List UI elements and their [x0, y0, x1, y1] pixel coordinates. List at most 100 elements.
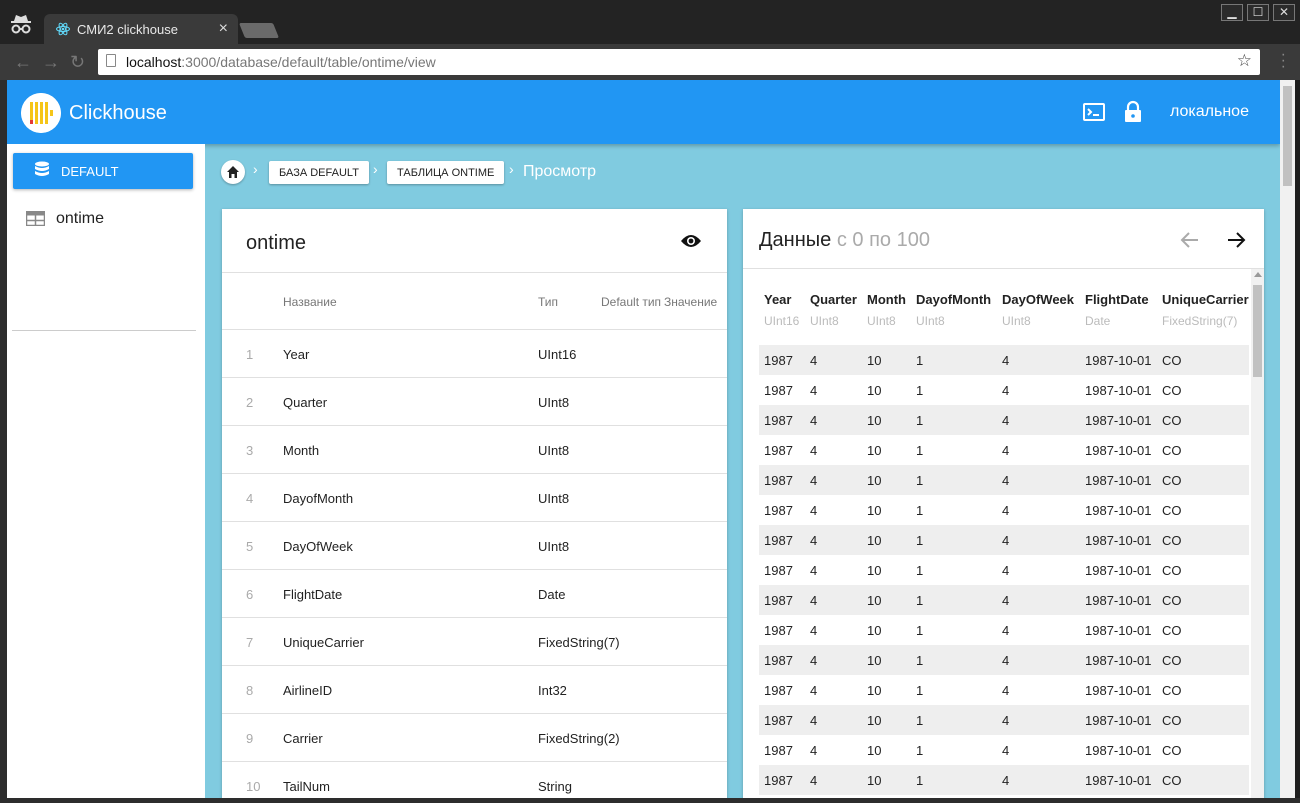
schema-row-number: 1 — [246, 347, 254, 362]
clickhouse-logo — [21, 93, 61, 133]
new-tab-button[interactable] — [238, 23, 280, 38]
data-row[interactable]: 1987 4 10 1 4 1987-10-01 CO — [759, 435, 1249, 465]
data-column-header[interactable]: Quarter — [810, 292, 857, 307]
data-row[interactable]: 1987 4 10 1 4 1987-10-01 CO — [759, 405, 1249, 435]
data-cell: 1987-10-01 — [1085, 473, 1152, 488]
schema-row[interactable]: 7 UniqueCarrier FixedString(7) — [222, 618, 727, 666]
data-cell: 4 — [1002, 473, 1010, 488]
lock-icon[interactable] — [1121, 100, 1145, 124]
schema-card: ontime Название Тип Default тип Значение… — [222, 209, 727, 798]
data-cell: 1987-10-01 — [1085, 713, 1152, 728]
data-column-header[interactable]: FlightDate — [1085, 292, 1149, 307]
data-table-scrollbar[interactable] — [1251, 269, 1264, 798]
schema-row[interactable]: 4 DayofMonth UInt8 — [222, 474, 727, 522]
breadcrumb-table[interactable]: ТАБЛИЦА ONTIME — [387, 161, 505, 184]
data-cell: CO — [1162, 443, 1182, 458]
scrollbar-thumb[interactable] — [1253, 285, 1262, 377]
schema-row-name: Quarter — [283, 395, 328, 410]
data-row[interactable]: 1987 4 10 1 4 1987-10-01 CO — [759, 585, 1249, 615]
schema-row-type: UInt8 — [538, 539, 570, 554]
data-column-header[interactable]: Month — [867, 292, 906, 307]
data-cell: 10 — [867, 383, 882, 398]
data-cell: 4 — [810, 623, 818, 638]
data-column-type: UInt16 — [764, 314, 800, 328]
data-cell: 1987-10-01 — [1085, 383, 1152, 398]
data-cell: CO — [1162, 623, 1182, 638]
database-button[interactable]: DEFAULT — [13, 153, 193, 189]
data-cell: 4 — [810, 533, 818, 548]
data-column-header[interactable]: DayOfWeek — [1002, 292, 1074, 307]
schema-row[interactable]: 6 FlightDate Date — [222, 570, 727, 618]
data-cell: 10 — [867, 743, 882, 758]
next-page-arrow-icon[interactable] — [1225, 229, 1247, 251]
data-cell: 1 — [916, 533, 924, 548]
schema-row[interactable]: 1 Year UInt16 — [222, 330, 727, 378]
data-table-viewport[interactable]: Year UInt16 Quarter UInt8 Month UInt8 DayofMon… — [759, 269, 1249, 798]
sidebar-item-label: ontime — [56, 210, 105, 227]
data-row[interactable]: 1987 4 10 1 4 1987-10-01 CO — [759, 705, 1249, 735]
breadcrumb-database[interactable]: БАЗА DEFAULT — [269, 161, 369, 184]
schema-row[interactable]: 8 AirlineID Int32 — [222, 666, 727, 714]
data-cell: 1987 — [764, 773, 793, 788]
terminal-icon[interactable] — [1082, 100, 1106, 124]
window-maximize-button[interactable]: ☐ — [1247, 4, 1269, 21]
data-cell: 10 — [867, 593, 882, 608]
data-cell: 4 — [1002, 743, 1010, 758]
connection-label[interactable]: локальное — [1170, 103, 1249, 121]
data-cell: 10 — [867, 773, 882, 788]
eye-icon[interactable] — [680, 233, 702, 249]
address-bar[interactable]: localhost:3000/database/default/table/on… — [98, 49, 1260, 75]
data-cell: 1987 — [764, 563, 793, 578]
data-column-header[interactable]: DayofMonth — [916, 292, 991, 307]
home-button[interactable] — [221, 160, 245, 184]
data-row[interactable]: 1987 4 10 1 4 1987-10-01 CO — [759, 615, 1249, 645]
data-row[interactable]: 1987 4 10 1 4 1987-10-01 CO — [759, 465, 1249, 495]
browser-menu-icon[interactable]: · · · — [1281, 47, 1286, 75]
schema-row-type: UInt8 — [538, 395, 570, 410]
data-cell: 4 — [1002, 353, 1010, 368]
data-row[interactable]: 1987 4 10 1 4 1987-10-01 CO — [759, 765, 1249, 795]
schema-row[interactable]: 2 Quarter UInt8 — [222, 378, 727, 426]
schema-row[interactable]: 9 Carrier FixedString(2) — [222, 714, 727, 762]
data-cell: 4 — [1002, 593, 1010, 608]
browser-tab[interactable]: СМИ2 clickhouse × — [44, 14, 238, 44]
schema-row-name: Year — [283, 347, 310, 362]
scroll-up-arrow-icon[interactable] — [1254, 272, 1262, 277]
data-row[interactable]: 1987 4 10 1 4 1987-10-01 CO — [759, 345, 1249, 375]
data-row[interactable]: 1987 4 10 1 4 1987-10-01 CO — [759, 495, 1249, 525]
data-cell: 4 — [1002, 773, 1010, 788]
data-cell: 1987 — [764, 683, 793, 698]
data-cell: 1 — [916, 443, 924, 458]
reload-icon[interactable]: ↻ — [70, 52, 85, 73]
data-cell: 10 — [867, 353, 882, 368]
page-scrollbar-thumb[interactable] — [1283, 86, 1292, 186]
data-cell: CO — [1162, 563, 1182, 578]
data-row[interactable]: 1987 4 10 1 4 1987-10-01 CO — [759, 675, 1249, 705]
data-row[interactable]: 1987 4 10 1 4 1987-10-01 CO — [759, 525, 1249, 555]
column-header-type: Тип — [538, 295, 559, 309]
schema-row[interactable]: 5 DayOfWeek UInt8 — [222, 522, 727, 570]
data-row[interactable]: 1987 4 10 1 4 1987-10-01 CO — [759, 555, 1249, 585]
data-column-type: FixedString(7) — [1162, 314, 1238, 328]
page-scrollbar[interactable] — [1280, 80, 1295, 798]
back-icon[interactable]: ← — [14, 52, 32, 73]
breadcrumb-chevron-icon: › — [253, 161, 258, 177]
window-minimize-button[interactable]: ▁ — [1221, 4, 1243, 21]
data-row[interactable]: 1987 4 10 1 4 1987-10-01 CO — [759, 645, 1249, 675]
bookmark-star-icon[interactable]: ☆ — [1237, 51, 1252, 71]
window-close-button[interactable]: ✕ — [1273, 4, 1295, 21]
schema-row[interactable]: 3 Month UInt8 — [222, 426, 727, 474]
data-row[interactable]: 1987 4 10 1 4 1987-10-01 CO — [759, 735, 1249, 765]
page-info-icon[interactable] — [106, 54, 116, 67]
sidebar-item-ontime[interactable]: ontime — [7, 200, 205, 236]
data-column-type: UInt8 — [810, 314, 839, 328]
data-row[interactable]: 1987 4 10 1 4 1987-10-01 CO — [759, 375, 1249, 405]
schema-row[interactable]: 10 TailNum String — [222, 762, 727, 798]
forward-icon[interactable]: → — [42, 52, 60, 73]
tab-close-icon[interactable]: × — [219, 20, 228, 38]
prev-page-arrow-icon[interactable] — [1179, 229, 1201, 251]
data-column-header[interactable]: Year — [764, 292, 791, 307]
data-column-header[interactable]: UniqueCarrier — [1162, 292, 1249, 307]
data-title: Данные с 0 по 100 — [759, 229, 930, 251]
database-icon — [35, 161, 49, 176]
